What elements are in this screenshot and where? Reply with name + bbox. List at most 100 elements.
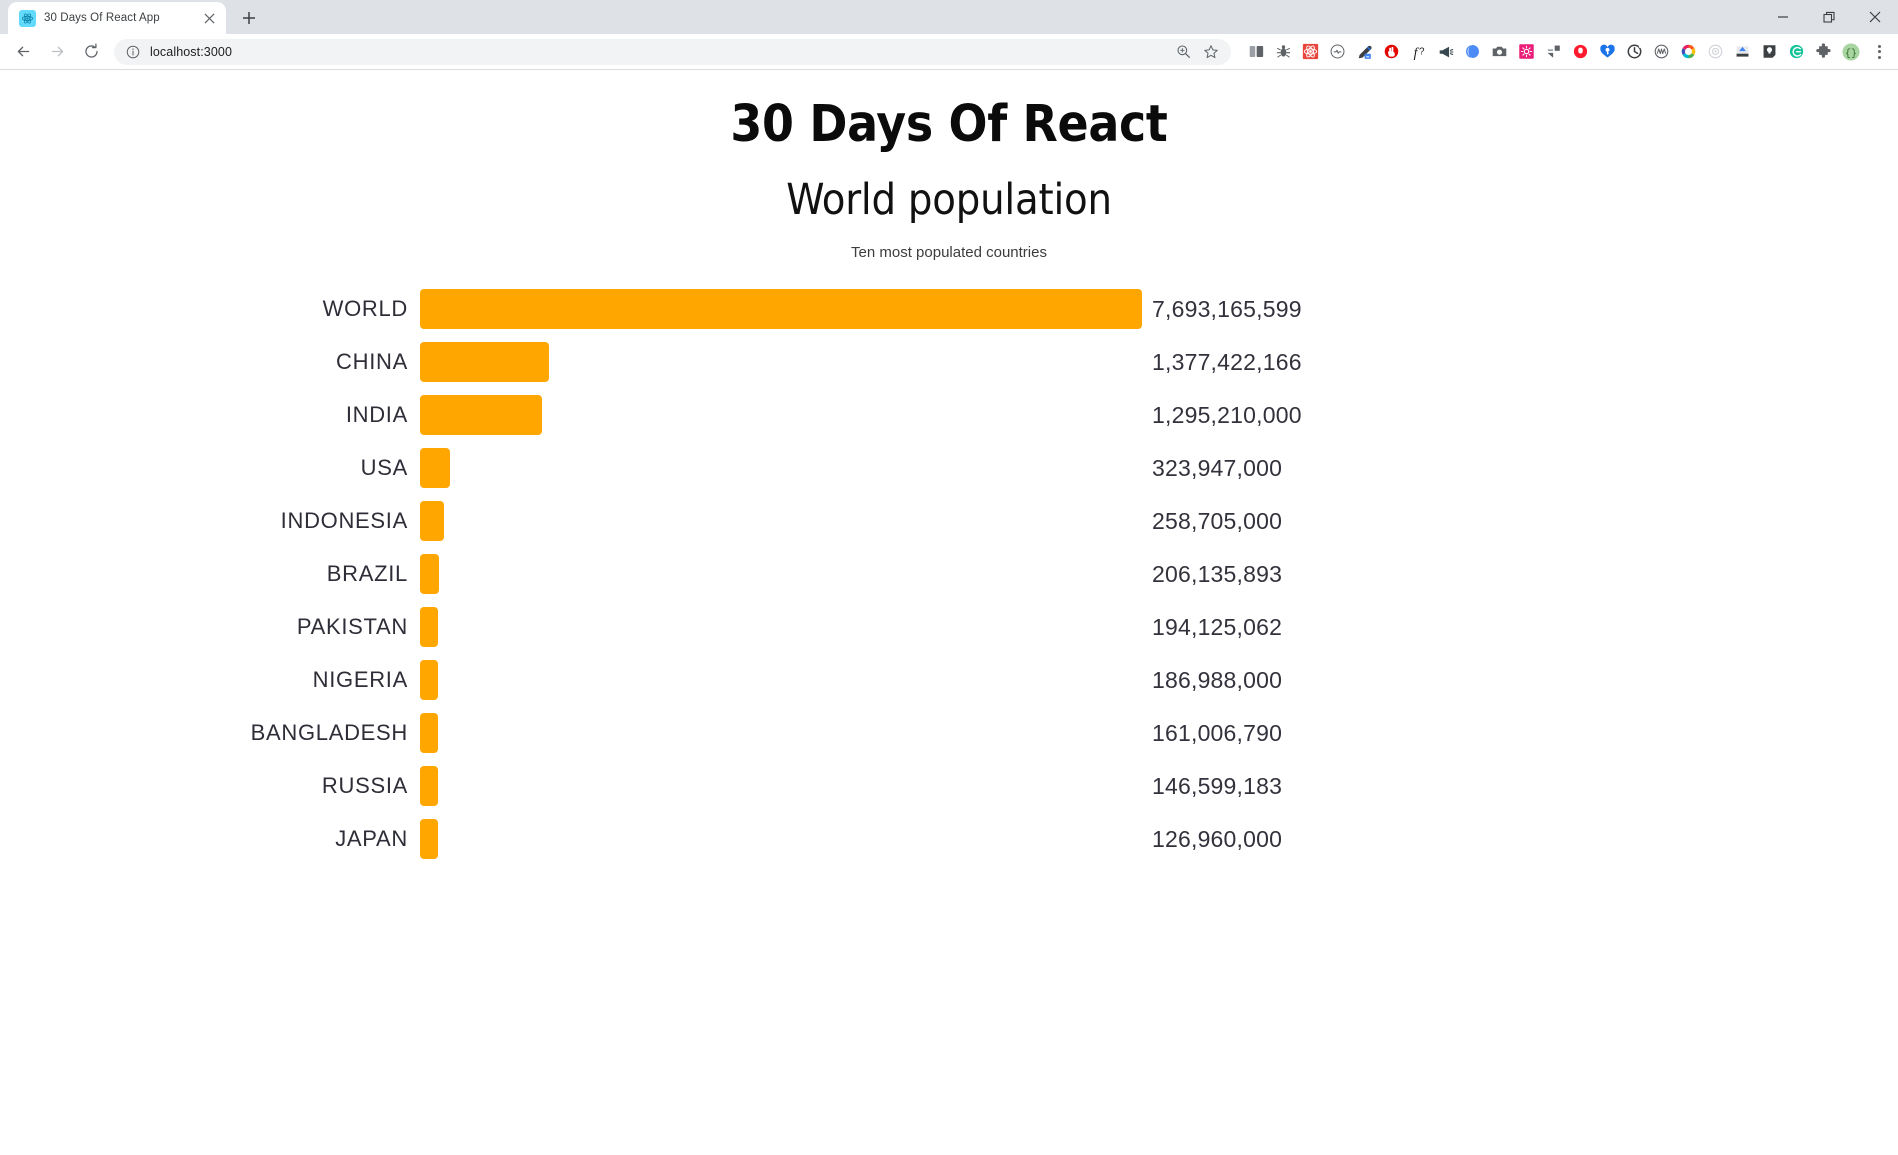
chart-row: JAPAN 126,960,000 xyxy=(0,813,1898,866)
react-devtools-icon[interactable] xyxy=(1297,38,1324,65)
bar-track xyxy=(420,548,1142,601)
json-viewer-icon[interactable]: {} xyxy=(1837,38,1864,65)
tab-title: 30 Days Of React App xyxy=(44,12,193,24)
bar-track xyxy=(420,760,1142,813)
pocket-tab-icon[interactable] xyxy=(1540,38,1567,65)
chart-row: INDIA 1,295,210,000 xyxy=(0,389,1898,442)
save-to-drive-icon[interactable] xyxy=(1729,38,1756,65)
bar-track xyxy=(420,389,1142,442)
chart-row: RUSSIA 146,599,183 xyxy=(0,760,1898,813)
back-arrow-icon[interactable] xyxy=(8,37,38,67)
population-value: 161,006,790 xyxy=(1142,720,1898,747)
info-circle-icon[interactable] xyxy=(124,43,142,61)
population-bar xyxy=(420,607,438,647)
population-bar xyxy=(420,660,438,700)
chart-row: USA 323,947,000 xyxy=(0,442,1898,495)
responsive-viewer-icon[interactable] xyxy=(1243,38,1270,65)
browser-window: 30 Days Of React App xyxy=(0,0,1898,1155)
react-app-root: 30 Days Of React World population Ten mo… xyxy=(0,70,1898,866)
address-bar[interactable]: localhost:3000 xyxy=(114,39,1231,65)
restore-icon[interactable] xyxy=(1806,0,1852,34)
country-label: PAKISTAN xyxy=(0,614,420,640)
population-bar xyxy=(420,501,444,541)
pink-gear-extension-icon[interactable] xyxy=(1513,38,1540,65)
font-inspector-icon[interactable]: f ? xyxy=(1405,38,1432,65)
chart-row: NIGERIA186,988,000 xyxy=(0,654,1898,707)
heart-key-icon[interactable] xyxy=(1594,38,1621,65)
new-tab-button[interactable] xyxy=(235,4,263,32)
wappalyzer-icon[interactable] xyxy=(1324,38,1351,65)
url-text: localhost:3000 xyxy=(150,45,1171,59)
close-icon[interactable] xyxy=(1852,0,1898,34)
chart-row: BRAZIL206,135,893 xyxy=(0,548,1898,601)
react-logo-icon xyxy=(19,10,36,27)
bar-track xyxy=(420,442,1142,495)
bar-track xyxy=(420,654,1142,707)
page-viewport: 30 Days Of React World population Ten mo… xyxy=(0,70,1898,1155)
country-label: BRAZIL xyxy=(0,561,420,587)
chart-row: PAKISTAN194,125,062 xyxy=(0,601,1898,654)
country-label: RUSSIA xyxy=(0,773,420,799)
population-value: 146,599,183 xyxy=(1142,773,1898,800)
adblock-icon[interactable] xyxy=(1378,38,1405,65)
minimize-icon[interactable] xyxy=(1760,0,1806,34)
population-value: 323,947,000 xyxy=(1142,455,1898,482)
bar-track xyxy=(420,283,1142,336)
page-title: 30 Days Of React xyxy=(0,96,1898,155)
omnibox-actions xyxy=(1171,40,1223,64)
bar-track xyxy=(420,336,1142,389)
chart-row: WORLD7,693,165,599 xyxy=(0,283,1898,336)
bar-track xyxy=(420,495,1142,548)
opera-red-icon[interactable] xyxy=(1567,38,1594,65)
population-bar xyxy=(420,289,1142,329)
chart-row: CHINA 1,377,422,166 xyxy=(0,336,1898,389)
bar-track xyxy=(420,601,1142,654)
forward-arrow-icon[interactable] xyxy=(42,37,72,67)
country-label: BANGLADESH xyxy=(0,720,420,746)
population-bar xyxy=(420,395,542,435)
three-dot-menu-icon[interactable] xyxy=(1866,39,1892,65)
chart-row: BANGLADESH 161,006,790 xyxy=(0,707,1898,760)
population-value: 186,988,000 xyxy=(1142,667,1898,694)
browser-tab[interactable]: 30 Days Of React App xyxy=(8,2,226,34)
population-value: 1,295,210,000 xyxy=(1142,402,1898,429)
country-label: INDIA xyxy=(0,402,420,428)
population-bar xyxy=(420,554,439,594)
bar-track xyxy=(420,707,1142,760)
color-picker-icon[interactable] xyxy=(1351,38,1378,65)
bug-debug-icon[interactable] xyxy=(1270,38,1297,65)
chart-row: INDONESIA 258,705,000 xyxy=(0,495,1898,548)
population-bar xyxy=(420,819,438,859)
population-value: 126,960,000 xyxy=(1142,826,1898,853)
population-bar xyxy=(420,342,549,382)
country-label: INDONESIA xyxy=(0,508,420,534)
extensions-toolbar: f ? xyxy=(1239,38,1892,65)
lightbulb-note-icon[interactable] xyxy=(1756,38,1783,65)
population-value: 1,377,422,166 xyxy=(1142,349,1898,376)
country-label: CHINA xyxy=(0,349,420,375)
population-value: 258,705,000 xyxy=(1142,508,1898,535)
clockify-icon[interactable] xyxy=(1621,38,1648,65)
country-label: WORLD xyxy=(0,296,420,322)
country-label: USA xyxy=(0,455,420,481)
population-bar-chart: WORLD7,693,165,599 CHINA 1,377,422,166 INDI… xyxy=(0,283,1898,866)
browser-toolbar: localhost:3000 xyxy=(0,34,1898,70)
tab-close-icon[interactable] xyxy=(201,10,218,27)
tab-strip: 30 Days Of React App xyxy=(0,0,1898,34)
extensions-puzzle-icon[interactable] xyxy=(1810,38,1837,65)
svg-text:?: ? xyxy=(1419,46,1425,57)
grammar-check-icon[interactable] xyxy=(1459,38,1486,65)
color-wheel-icon[interactable] xyxy=(1675,38,1702,65)
page-caption: Ten most populated countries xyxy=(0,244,1898,261)
star-icon[interactable] xyxy=(1199,40,1223,64)
orbit-icon[interactable] xyxy=(1702,38,1729,65)
megaphone-icon[interactable] xyxy=(1432,38,1459,65)
grammarly-g-icon[interactable] xyxy=(1783,38,1810,65)
screenshot-camera-icon[interactable] xyxy=(1486,38,1513,65)
country-label: JAPAN xyxy=(0,826,420,852)
window-controls xyxy=(1760,0,1898,34)
population-bar xyxy=(420,448,450,488)
reload-icon[interactable] xyxy=(76,37,106,67)
zoom-in-icon[interactable] xyxy=(1171,40,1195,64)
wave-accessibility-icon[interactable] xyxy=(1648,38,1675,65)
